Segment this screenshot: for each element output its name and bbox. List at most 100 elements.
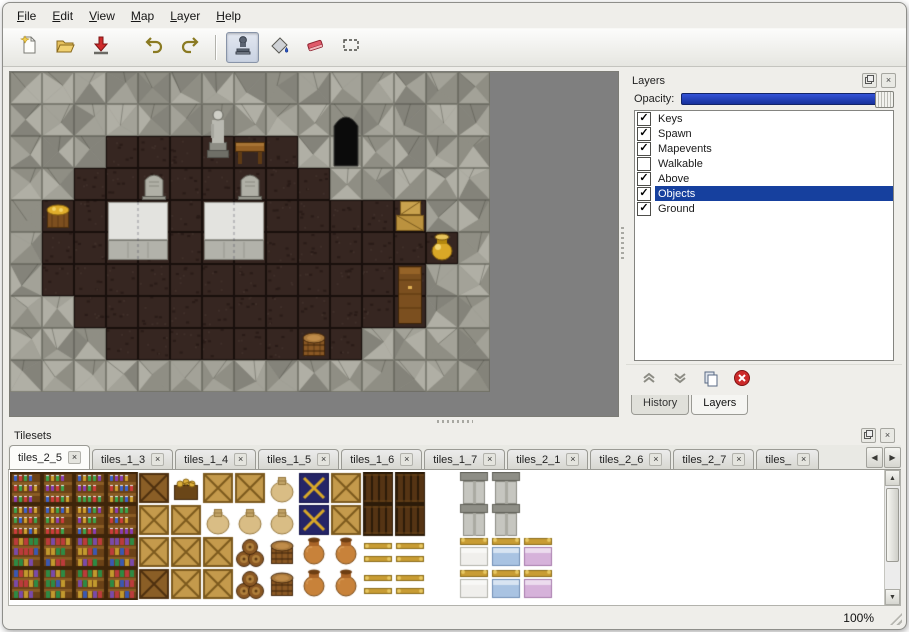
opacity-label: Opacity: [634, 93, 674, 105]
tileset-tab-tiles_2_6[interactable]: tiles_2_6 × [590, 449, 671, 469]
tab-close-icon[interactable]: × [566, 453, 579, 466]
delete-layer-button[interactable] [731, 369, 753, 391]
tab-close-icon[interactable]: × [68, 451, 81, 464]
tileset-tab-tiles_1_3[interactable]: tiles_1_3× [92, 449, 173, 469]
tileset-scrollbar[interactable]: ▲ ▼ [884, 470, 900, 605]
new-file-icon [18, 34, 40, 61]
tileset-tab-tiles_1_6[interactable]: tiles_1_6 × [341, 449, 422, 469]
tilesets-dock: Tilesets × tiles_2_5×tiles_1_3×tiles_1_4… [3, 426, 906, 606]
layer-visibility-checkbox[interactable]: ✓ [637, 187, 651, 201]
close-dock-button[interactable]: × [880, 428, 895, 443]
redo-icon [179, 34, 201, 61]
save-icon [90, 34, 112, 61]
menu-bar: FileEditViewMapLayerHelp [3, 3, 906, 28]
layer-row-objects[interactable]: ✓Objects [635, 186, 893, 201]
layer-visibility-checkbox[interactable]: ✓ [637, 142, 651, 156]
float-dock-button[interactable] [862, 73, 877, 88]
tab-close-icon[interactable]: × [732, 453, 745, 466]
tileset-tab-tiles_2_7[interactable]: tiles_2_7× [673, 449, 754, 469]
tilesets-dock-titlebar: Tilesets × [8, 426, 901, 445]
float-icon [864, 430, 873, 441]
scroll-up-button[interactable]: ▲ [885, 470, 900, 486]
tileset-tab-tiles_1_5[interactable]: tiles_1_5× [258, 449, 339, 469]
tab-scroll-arrows: ◀ ▶ [864, 447, 901, 468]
tileset-tab-tiles_1_7[interactable]: tiles_1_7× [424, 449, 505, 469]
open-file-button[interactable] [48, 32, 81, 63]
tabs-scroll-left-button[interactable]: ◀ [866, 447, 883, 468]
menu-map[interactable]: Map [123, 6, 162, 26]
tab-close-icon[interactable]: × [649, 453, 662, 466]
tileset-tab-label: tiles_1_6 [350, 454, 394, 466]
tileset-view[interactable]: ▲ ▼ [8, 470, 901, 606]
layer-row-above[interactable]: ✓Above [635, 171, 893, 186]
dock-tab-layers[interactable]: Layers [691, 395, 748, 415]
tab-close-icon[interactable]: × [151, 453, 164, 466]
lower-layer-button[interactable] [669, 369, 691, 391]
resize-grip[interactable] [890, 613, 902, 625]
select-region-tool-button[interactable] [334, 32, 367, 63]
layer-row-mapevents[interactable]: ✓Mapevents [635, 141, 893, 156]
menu-file[interactable]: File [9, 6, 44, 26]
menu-view[interactable]: View [81, 6, 123, 26]
tab-close-icon[interactable]: × [317, 453, 330, 466]
tileset-tab-tiles_1_4[interactable]: tiles_1_4× [175, 449, 256, 469]
dock-tab-bar: HistoryLayers [626, 395, 902, 417]
raise-layer-button[interactable] [638, 369, 660, 391]
vertical-splitter[interactable] [619, 71, 626, 417]
fill-tool-button[interactable] [262, 32, 295, 63]
status-bar: 100% [3, 606, 906, 629]
opacity-slider[interactable] [681, 93, 894, 105]
menu-help[interactable]: Help [208, 6, 249, 26]
layers-dock-title: Layers [632, 75, 665, 87]
scrollbar-thumb[interactable] [886, 488, 899, 562]
layer-label: Spawn [658, 128, 692, 140]
layer-label: Keys [658, 113, 682, 125]
tab-close-icon[interactable]: × [483, 453, 496, 466]
tileset-tab-tiles[interactable]: tiles_× [756, 449, 819, 469]
tileset-tab-tiles_2_1[interactable]: tiles_2_1 × [507, 449, 588, 469]
splitter-grip [621, 227, 624, 261]
float-dock-button[interactable] [861, 428, 876, 443]
app-window: FileEditViewMapLayerHelp [2, 2, 907, 630]
save-button[interactable] [84, 32, 117, 63]
redo-button[interactable] [173, 32, 206, 63]
duplicate-layer-button[interactable] [700, 369, 722, 391]
layer-row-keys[interactable]: ✓ Keys [635, 111, 893, 126]
menu-layer[interactable]: Layer [162, 6, 208, 26]
tab-close-icon[interactable]: × [234, 453, 247, 466]
scroll-down-button[interactable]: ▼ [885, 589, 900, 605]
layer-visibility-checkbox[interactable] [637, 157, 651, 171]
tab-close-icon[interactable]: × [400, 453, 413, 466]
tab-close-icon[interactable]: × [797, 453, 810, 466]
new-file-button[interactable] [12, 32, 45, 63]
tileset-tab-label: tiles_2_6 [599, 454, 643, 466]
tileset-tab-label: tiles_2_1 [516, 454, 560, 466]
undo-button[interactable] [137, 32, 170, 63]
layer-visibility-checkbox[interactable]: ✓ [637, 127, 651, 141]
eraser-tool-button[interactable] [298, 32, 331, 63]
layers-dock-titlebar: Layers × [626, 71, 902, 90]
map-canvas[interactable] [10, 72, 490, 392]
tileset-canvas[interactable] [10, 472, 554, 600]
float-icon [865, 75, 874, 86]
tileset-tab-tiles_2_5[interactable]: tiles_2_5 × [9, 445, 90, 469]
stamp-tool-button[interactable] [226, 32, 259, 63]
layers-dock: Layers × Opacity: ✓ Keys ✓ Spawn✓MapeventsW… [626, 71, 902, 417]
scrollbar-track[interactable] [885, 486, 900, 589]
opacity-slider-handle[interactable] [875, 91, 894, 108]
layer-visibility-checkbox[interactable]: ✓ [637, 202, 651, 216]
stamp-tool-icon [232, 34, 254, 61]
layer-row-walkable[interactable]: Walkable [635, 156, 893, 171]
map-view[interactable] [9, 71, 619, 417]
close-dock-button[interactable]: × [881, 73, 896, 88]
layer-visibility-checkbox[interactable]: ✓ [637, 112, 651, 126]
menu-edit[interactable]: Edit [44, 6, 81, 26]
layer-row-ground[interactable]: ✓Ground [635, 201, 893, 216]
tilesets-dock-title: Tilesets [14, 430, 52, 442]
tabs-scroll-right-button[interactable]: ▶ [884, 447, 901, 468]
dock-tab-history[interactable]: History [631, 395, 689, 415]
horizontal-splitter[interactable] [3, 417, 906, 426]
layer-visibility-checkbox[interactable]: ✓ [637, 172, 651, 186]
tileset-tab-label: tiles_2_5 [18, 452, 62, 464]
layer-row-spawn[interactable]: ✓ Spawn [635, 126, 893, 141]
